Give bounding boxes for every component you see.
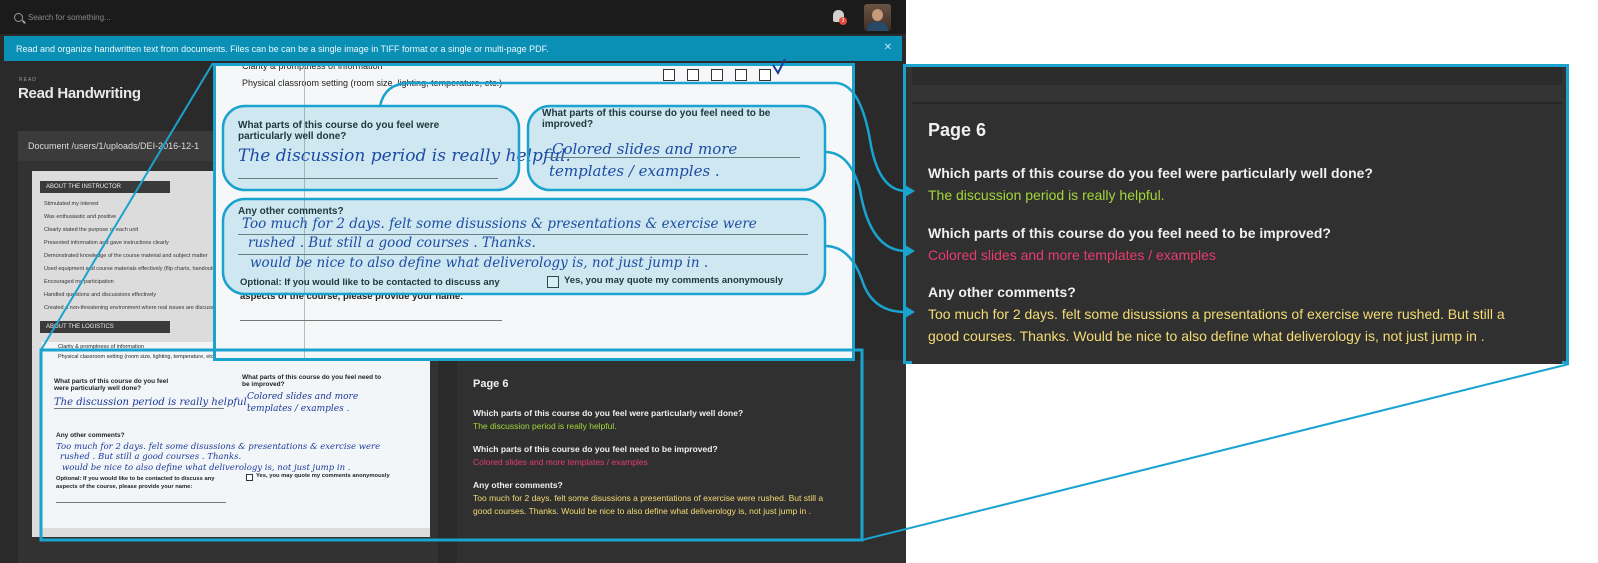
instructor-item: Stimulated my interest — [44, 201, 99, 207]
results-a3-line1: Too much for 2 days. felt some disussion… — [928, 306, 1505, 322]
q1-label: What parts of this course do you feel we… — [54, 378, 169, 392]
instructor-item: Created a non-threatening environment wh… — [44, 305, 220, 311]
section-instructor: ABOUT THE INSTRUCTOR — [40, 181, 170, 193]
results-q3: Any other comments? — [928, 284, 1076, 300]
results-a3-line2: good courses. Thanks. Would be nice to a… — [928, 328, 1485, 344]
optional-label-l1: Optional: If you would like to be contac… — [240, 277, 500, 288]
zoomed-form: Clarity & promptness of information Phys… — [213, 63, 855, 361]
hw-answer-3c: would be nice to also define what delive… — [62, 463, 351, 473]
page-title: Read Handwriting — [18, 85, 141, 102]
hw-answer-2a: Colored slides and more — [247, 392, 359, 402]
close-icon[interactable]: ✕ — [884, 42, 892, 53]
results-panel-small: Page 6 Which parts of this course do you… — [457, 360, 906, 563]
instructor-item: Handled questions and discussions effect… — [44, 292, 157, 298]
quote-checkbox[interactable] — [246, 474, 253, 481]
rating-box-checked[interactable] — [759, 69, 771, 81]
results-q2: Which parts of this course do you feel n… — [928, 225, 1331, 241]
top-bar: Search for something... 3 — [0, 0, 906, 34]
results-page-title: Page 6 — [928, 120, 987, 140]
results-q1: Which parts of this course do you feel w… — [473, 408, 744, 418]
results-page-title: Page 6 — [473, 378, 509, 390]
notification-badge: 3 — [839, 17, 847, 25]
rating-box[interactable] — [687, 69, 699, 81]
results-a1: The discussion period is really helpful. — [473, 421, 617, 431]
instructor-item: Presented information and gave instructi… — [44, 240, 169, 246]
search-input[interactable]: Search for something... — [28, 13, 111, 22]
hw-answer-1: The discussion period is really helpful. — [54, 397, 250, 408]
banner-text: Read and organize handwritten text from … — [16, 43, 549, 54]
results-a2: Colored slides and more templates / exam… — [473, 457, 648, 467]
search-box[interactable]: Search for something... — [14, 7, 134, 27]
hw-answer-2a: Colored slides and more — [552, 140, 738, 158]
info-banner: Read and organize handwritten text from … — [4, 36, 902, 61]
results-q1: Which parts of this course do you feel w… — [928, 165, 1373, 181]
results-a3-line1: Too much for 2 days. felt some disussion… — [473, 493, 824, 503]
quote-label: Yes, you may quote my comments anonymous… — [256, 473, 390, 479]
results-q2: Which parts of this course do you feel n… — [473, 444, 718, 454]
optional-label-l2: aspects of the course, please provide yo… — [240, 291, 464, 302]
stage: Search for something... 3 Read and organ… — [0, 0, 1598, 563]
instructor-item: Encouraged my participation — [44, 279, 114, 285]
q3-label: Any other comments? — [56, 432, 125, 439]
hw-answer-1: The discussion period is really helpful. — [238, 146, 571, 166]
results-a3-line2: good courses. Thanks. Would be nice to a… — [473, 506, 811, 516]
rating-box[interactable] — [663, 69, 675, 81]
form-crop-small: Clarity & promptness of information Phys… — [42, 342, 430, 528]
instructor-item: Used equipment and course materials effe… — [44, 266, 217, 272]
optional-label-l2: aspects of the course, please provide yo… — [56, 484, 193, 490]
q2-label: What parts of this course do you feel ne… — [542, 108, 771, 130]
hw-answer-3b: rushed . But still a good courses . Than… — [248, 235, 536, 251]
zoom-top-strip — [912, 67, 1562, 85]
logistics-item: Clarity & promptness of information — [58, 344, 144, 350]
zoom-connector — [861, 363, 1570, 541]
results-panel-large: Page 6 Which parts of this course do you… — [912, 102, 1562, 364]
logistics-item: Physical classroom setting (room size, l… — [58, 354, 217, 360]
search-icon — [14, 12, 23, 22]
instructor-item: Was enthusiastic and positive — [44, 214, 117, 220]
avatar[interactable] — [864, 4, 891, 31]
logistics-item: Clarity & promptness of information — [242, 63, 383, 71]
results-a1: The discussion period is really helpful. — [928, 187, 1165, 203]
hw-answer-3a: Too much for 2 days. felt some disussion… — [242, 216, 757, 232]
section-logistics: ABOUT THE LOGISTICS — [40, 321, 170, 333]
logistics-item: Physical classroom setting (room size, l… — [242, 78, 503, 88]
document-path: Document /users/1/uploads/DEI-2016-12-1 — [28, 141, 200, 151]
hw-answer-3b: rushed . But still a good courses . Than… — [60, 452, 242, 462]
zoomed-results: Page 6 Which parts of this course do you… — [903, 64, 1569, 364]
instructor-item: Demonstrated knowledge of the course mat… — [44, 253, 208, 259]
breadcrumb[interactable]: READ — [19, 77, 37, 83]
q1-label: What parts of this course do you feel we… — [238, 120, 440, 142]
hw-answer-2b: templates / examples . — [549, 162, 720, 180]
quote-label: Yes, you may quote my comments anonymous… — [564, 275, 784, 286]
rating-box[interactable] — [735, 69, 747, 81]
hw-answer-3a: Too much for 2 days. felt some disussion… — [56, 442, 381, 452]
instructor-item: Clearly stated the purpose of each unit — [44, 227, 139, 233]
hw-answer-3c: would be nice to also define what delive… — [250, 255, 709, 271]
quote-checkbox[interactable] — [547, 276, 559, 288]
optional-label-l1: Optional: If you would like to be contac… — [56, 476, 215, 482]
q2-label: What parts of this course do you feel ne… — [242, 374, 382, 388]
hw-answer-2b: templates / examples . — [247, 404, 350, 414]
results-q3: Any other comments? — [473, 480, 563, 490]
rating-box[interactable] — [711, 69, 723, 81]
results-a2: Colored slides and more templates / exam… — [928, 247, 1216, 263]
